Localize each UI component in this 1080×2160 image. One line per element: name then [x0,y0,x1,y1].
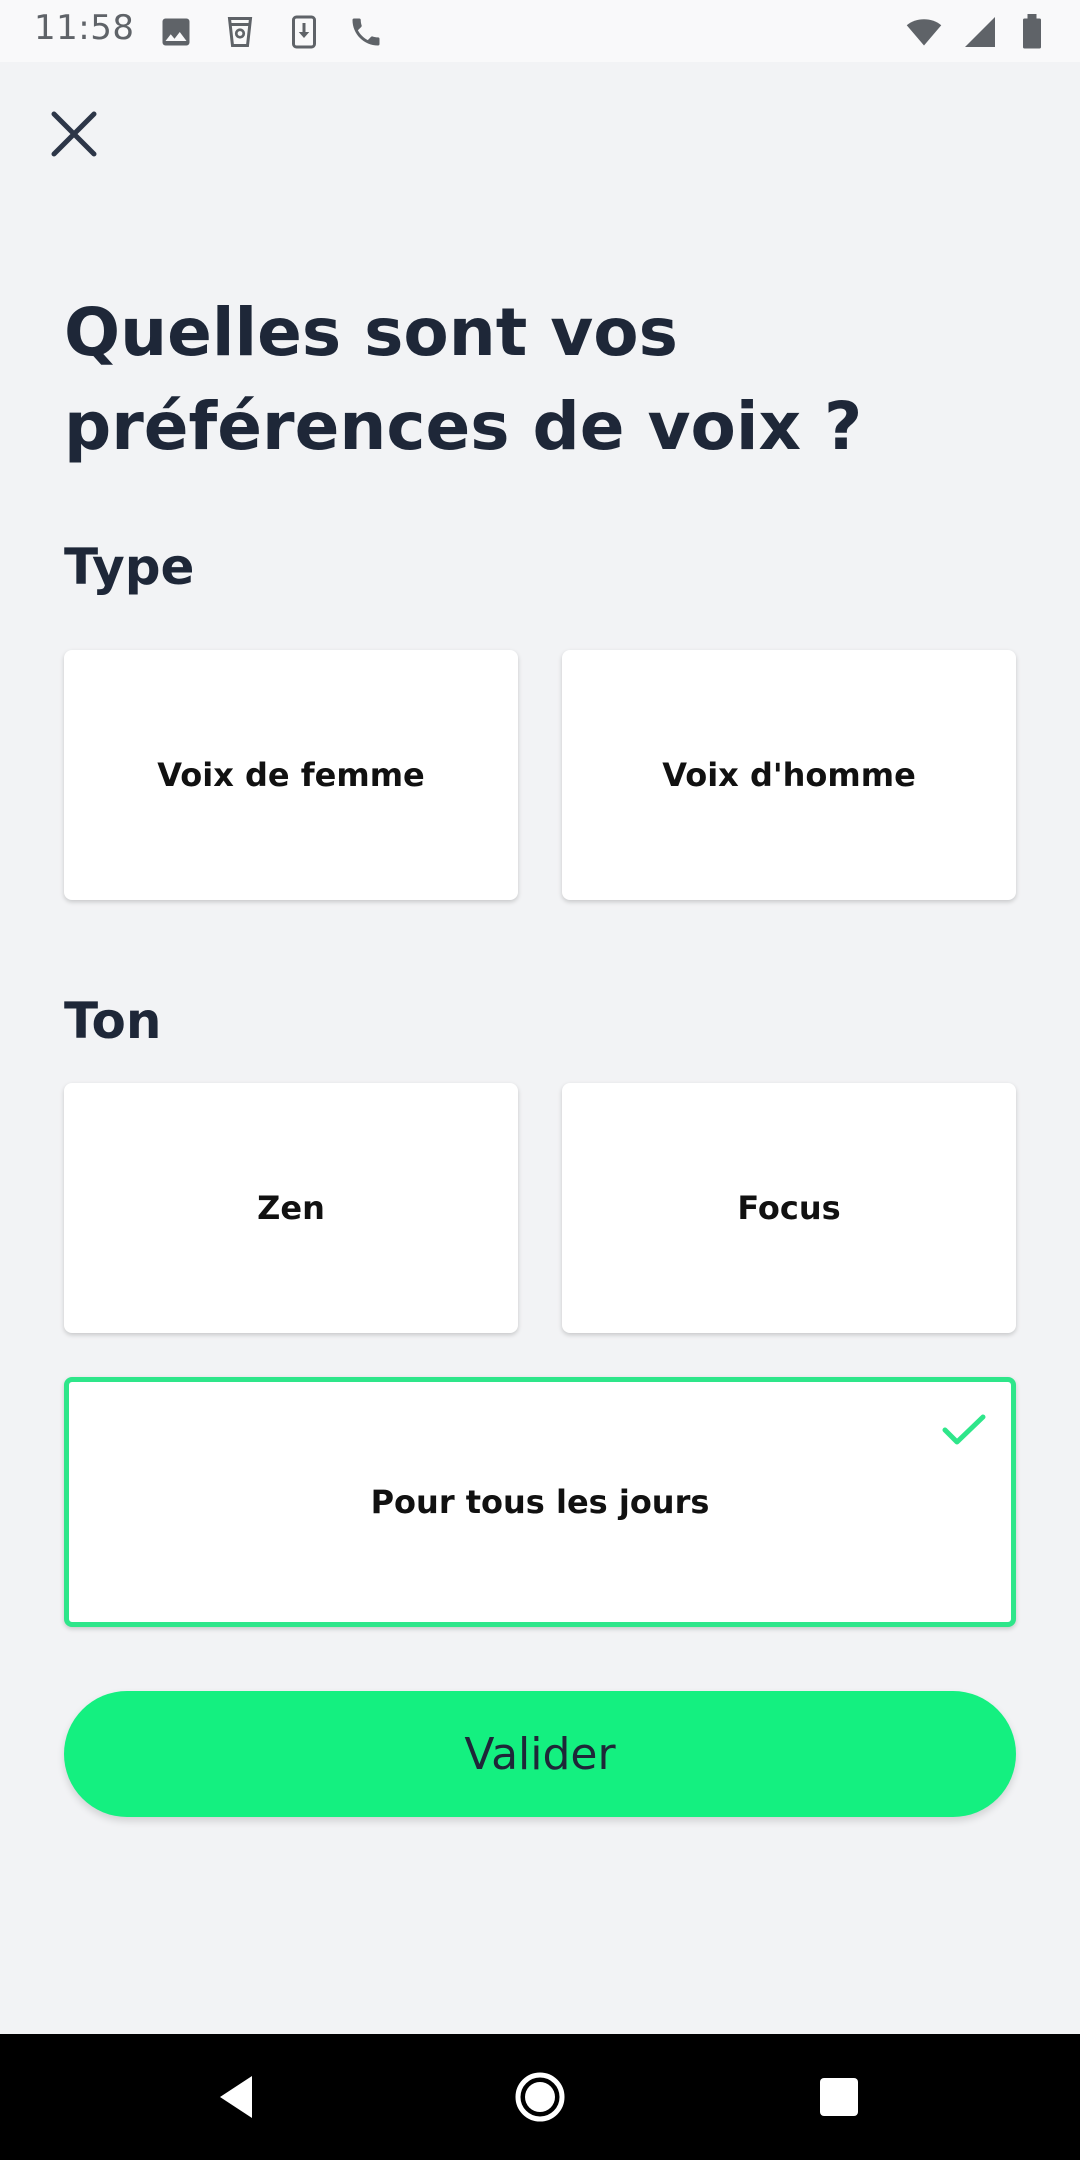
wifi-icon [906,14,942,50]
option-label: Focus [737,1189,841,1227]
recents-button[interactable] [806,2064,872,2130]
home-button[interactable] [507,2064,573,2130]
check-icon [941,1412,987,1448]
option-male-voice[interactable]: Voix d'homme [562,650,1016,900]
section-label-ton: Ton [64,992,162,1050]
navigation-bar [0,2034,1080,2160]
option-label: Pour tous les jours [370,1483,710,1521]
download-icon [286,14,322,50]
option-label: Voix d'homme [662,756,916,794]
cup-icon [222,14,258,50]
close-button[interactable] [44,104,104,164]
section-label-type: Type [64,538,195,596]
option-everyday[interactable]: Pour tous les jours [64,1377,1016,1627]
close-icon [51,111,97,157]
signal-icon [962,14,998,50]
validate-button[interactable]: Valider [64,1691,1016,1817]
status-bar: 11:58 [0,0,1080,62]
option-label: Zen [257,1189,325,1227]
option-focus[interactable]: Focus [562,1083,1016,1333]
image-icon [158,14,194,50]
option-label: Voix de femme [157,756,425,794]
validate-button-label: Valider [464,1728,616,1780]
status-time: 11:58 [34,8,135,48]
home-icon [515,2072,565,2122]
option-zen[interactable]: Zen [64,1083,518,1333]
page-title: Quelles sont vos préférences de voix ? [64,294,863,465]
phone-icon [348,14,384,50]
option-female-voice[interactable]: Voix de femme [64,650,518,900]
recents-icon [820,2078,858,2116]
back-icon [220,2076,252,2118]
back-button[interactable] [204,2064,270,2130]
battery-icon [1016,14,1048,50]
